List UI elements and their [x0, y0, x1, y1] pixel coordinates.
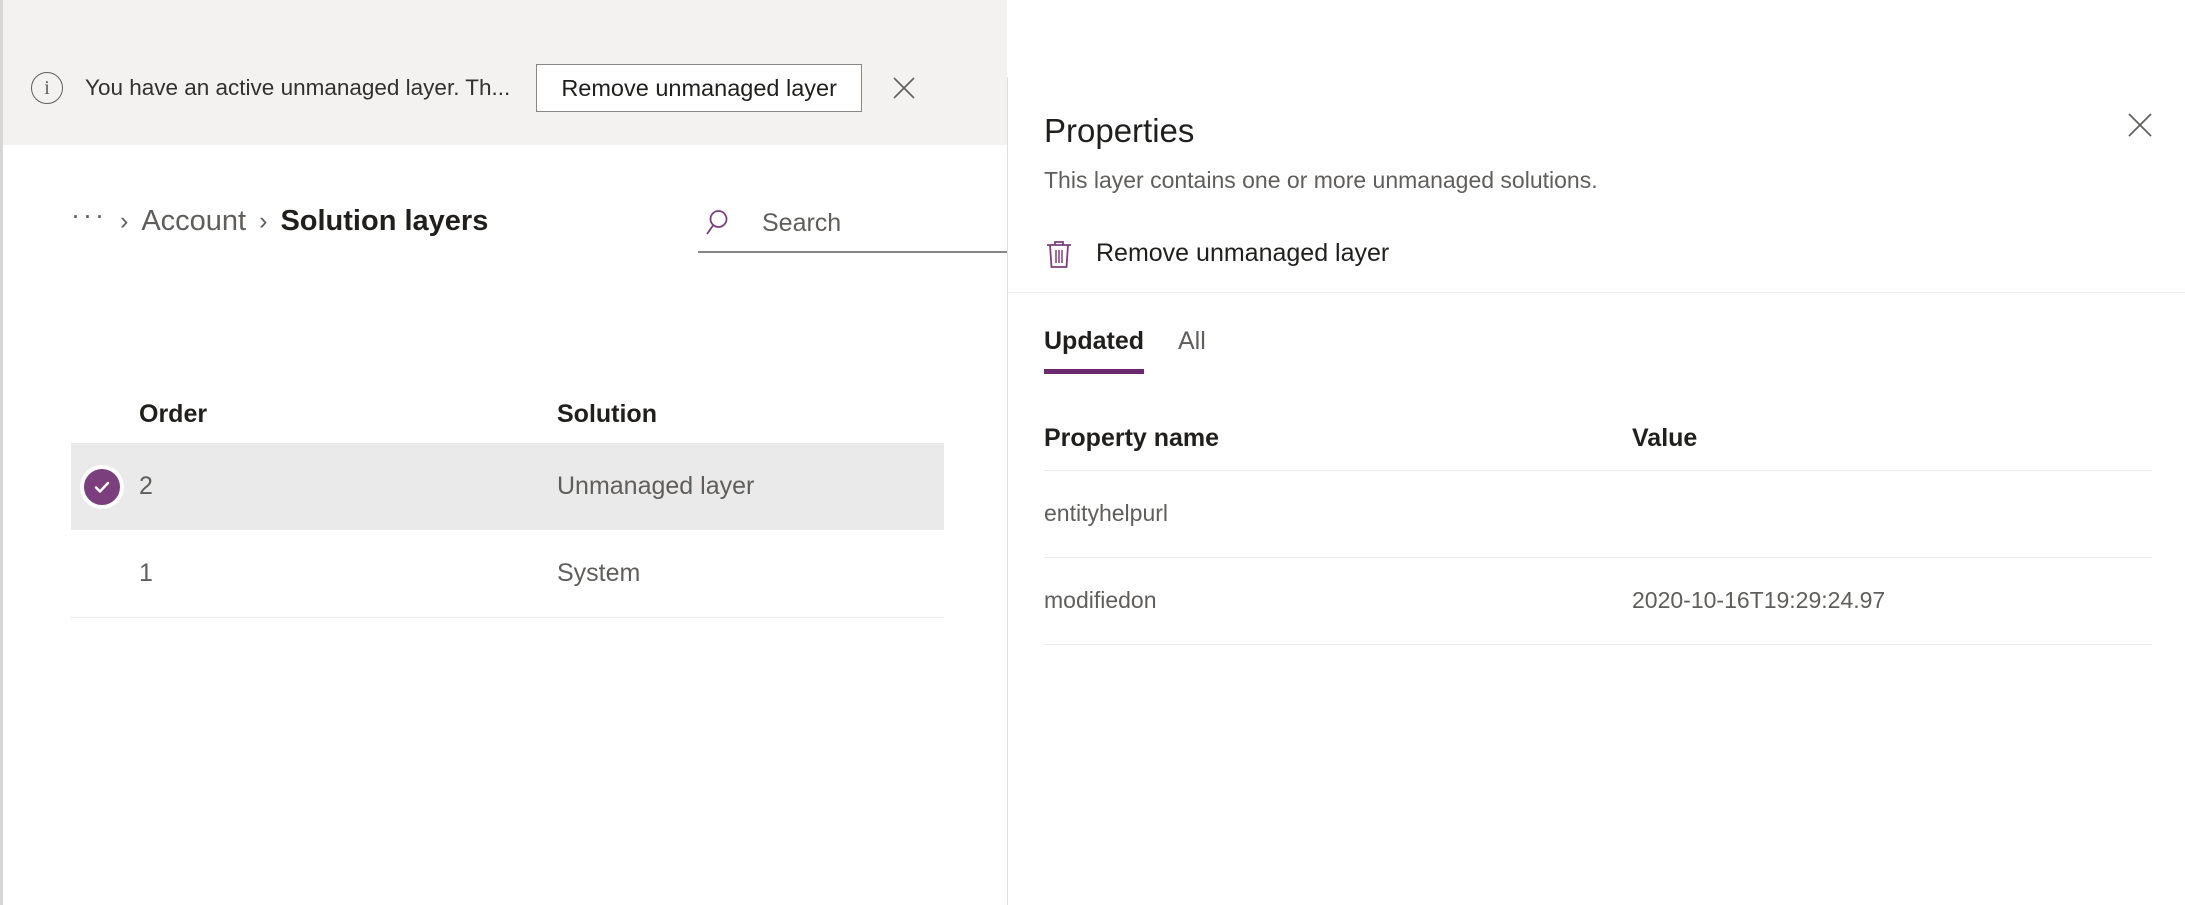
table-bottom-divider: [71, 617, 944, 618]
cell-property-name: entityhelpurl: [1044, 500, 1169, 527]
cell-order: 2: [139, 472, 153, 500]
tab-updated[interactable]: Updated: [1044, 327, 1144, 374]
remove-unmanaged-layer-command[interactable]: Remove unmanaged layer: [1044, 238, 1389, 270]
properties-panel: Properties This layer contains one or mo…: [1007, 77, 2185, 905]
cell-property-name: modifiedon: [1044, 587, 1157, 614]
table-header-row: Order Solution: [71, 385, 944, 443]
cell-value: 2020-10-16T19:29:24.97: [1632, 587, 1886, 614]
row-select-cell[interactable]: [71, 465, 139, 508]
breadcrumb-overflow-button[interactable]: ···: [71, 202, 107, 229]
cell-order: 1: [139, 559, 153, 587]
table-header-row: Property name Value: [1044, 408, 2152, 471]
breadcrumb-separator-1: ›: [119, 207, 129, 235]
search-icon: [704, 206, 738, 240]
info-circle-icon: i: [31, 71, 63, 104]
table-row[interactable]: 2 Unmanaged layer: [71, 443, 944, 530]
panel-tabs: Updated All: [1008, 293, 2185, 374]
column-header-value[interactable]: Value: [1632, 424, 2152, 453]
table-row[interactable]: 1 System: [71, 530, 944, 617]
command-label: Remove unmanaged layer: [1096, 239, 1390, 268]
content-header: ··· › Account › Solution layers: [3, 145, 1008, 295]
search-input[interactable]: [762, 208, 972, 238]
cell-solution: Unmanaged layer: [557, 472, 755, 500]
message-bar: i You have an active unmanaged layer. Th…: [3, 0, 1007, 145]
breadcrumb-separator-2: ›: [259, 207, 268, 235]
panel-subtitle: This layer contains one or more unmanage…: [1044, 166, 1598, 193]
trash-icon: [1044, 238, 1074, 270]
panel-header: Properties This layer contains one or mo…: [1008, 77, 2185, 194]
column-header-order[interactable]: Order: [139, 400, 557, 429]
check-circle-icon[interactable]: [81, 465, 123, 508]
page-title: Properties: [1044, 112, 1195, 149]
properties-table: Property name Value entityhelpurl modifi…: [1008, 408, 2185, 645]
tab-all[interactable]: All: [1178, 327, 1206, 374]
column-header-solution[interactable]: Solution: [557, 400, 944, 429]
search-box[interactable]: [698, 195, 1008, 253]
breadcrumb: ··· › Account › Solution layers: [71, 202, 489, 238]
table-row[interactable]: entityhelpurl: [1044, 471, 2152, 558]
table-row[interactable]: modifiedon 2020-10-16T19:29:24.97: [1044, 558, 2152, 645]
app-root: i You have an active unmanaged layer. Th…: [0, 0, 2185, 905]
close-icon[interactable]: [2118, 103, 2162, 147]
solution-layers-page: i You have an active unmanaged layer. Th…: [3, 0, 1008, 905]
solution-layers-table: Order Solution 2 Unmanaged layer 1 Syste: [71, 385, 944, 618]
breadcrumb-item-solution-layers: Solution layers: [280, 205, 489, 237]
breadcrumb-item-account[interactable]: Account: [141, 205, 246, 238]
panel-command-bar: Remove unmanaged layer: [1008, 238, 2185, 293]
close-icon[interactable]: [884, 68, 924, 108]
cell-solution: System: [557, 559, 641, 587]
message-bar-text: You have an active unmanaged layer. Th..…: [85, 74, 511, 100]
remove-unmanaged-layer-button[interactable]: Remove unmanaged layer: [536, 63, 862, 112]
column-header-property-name[interactable]: Property name: [1044, 424, 1632, 453]
